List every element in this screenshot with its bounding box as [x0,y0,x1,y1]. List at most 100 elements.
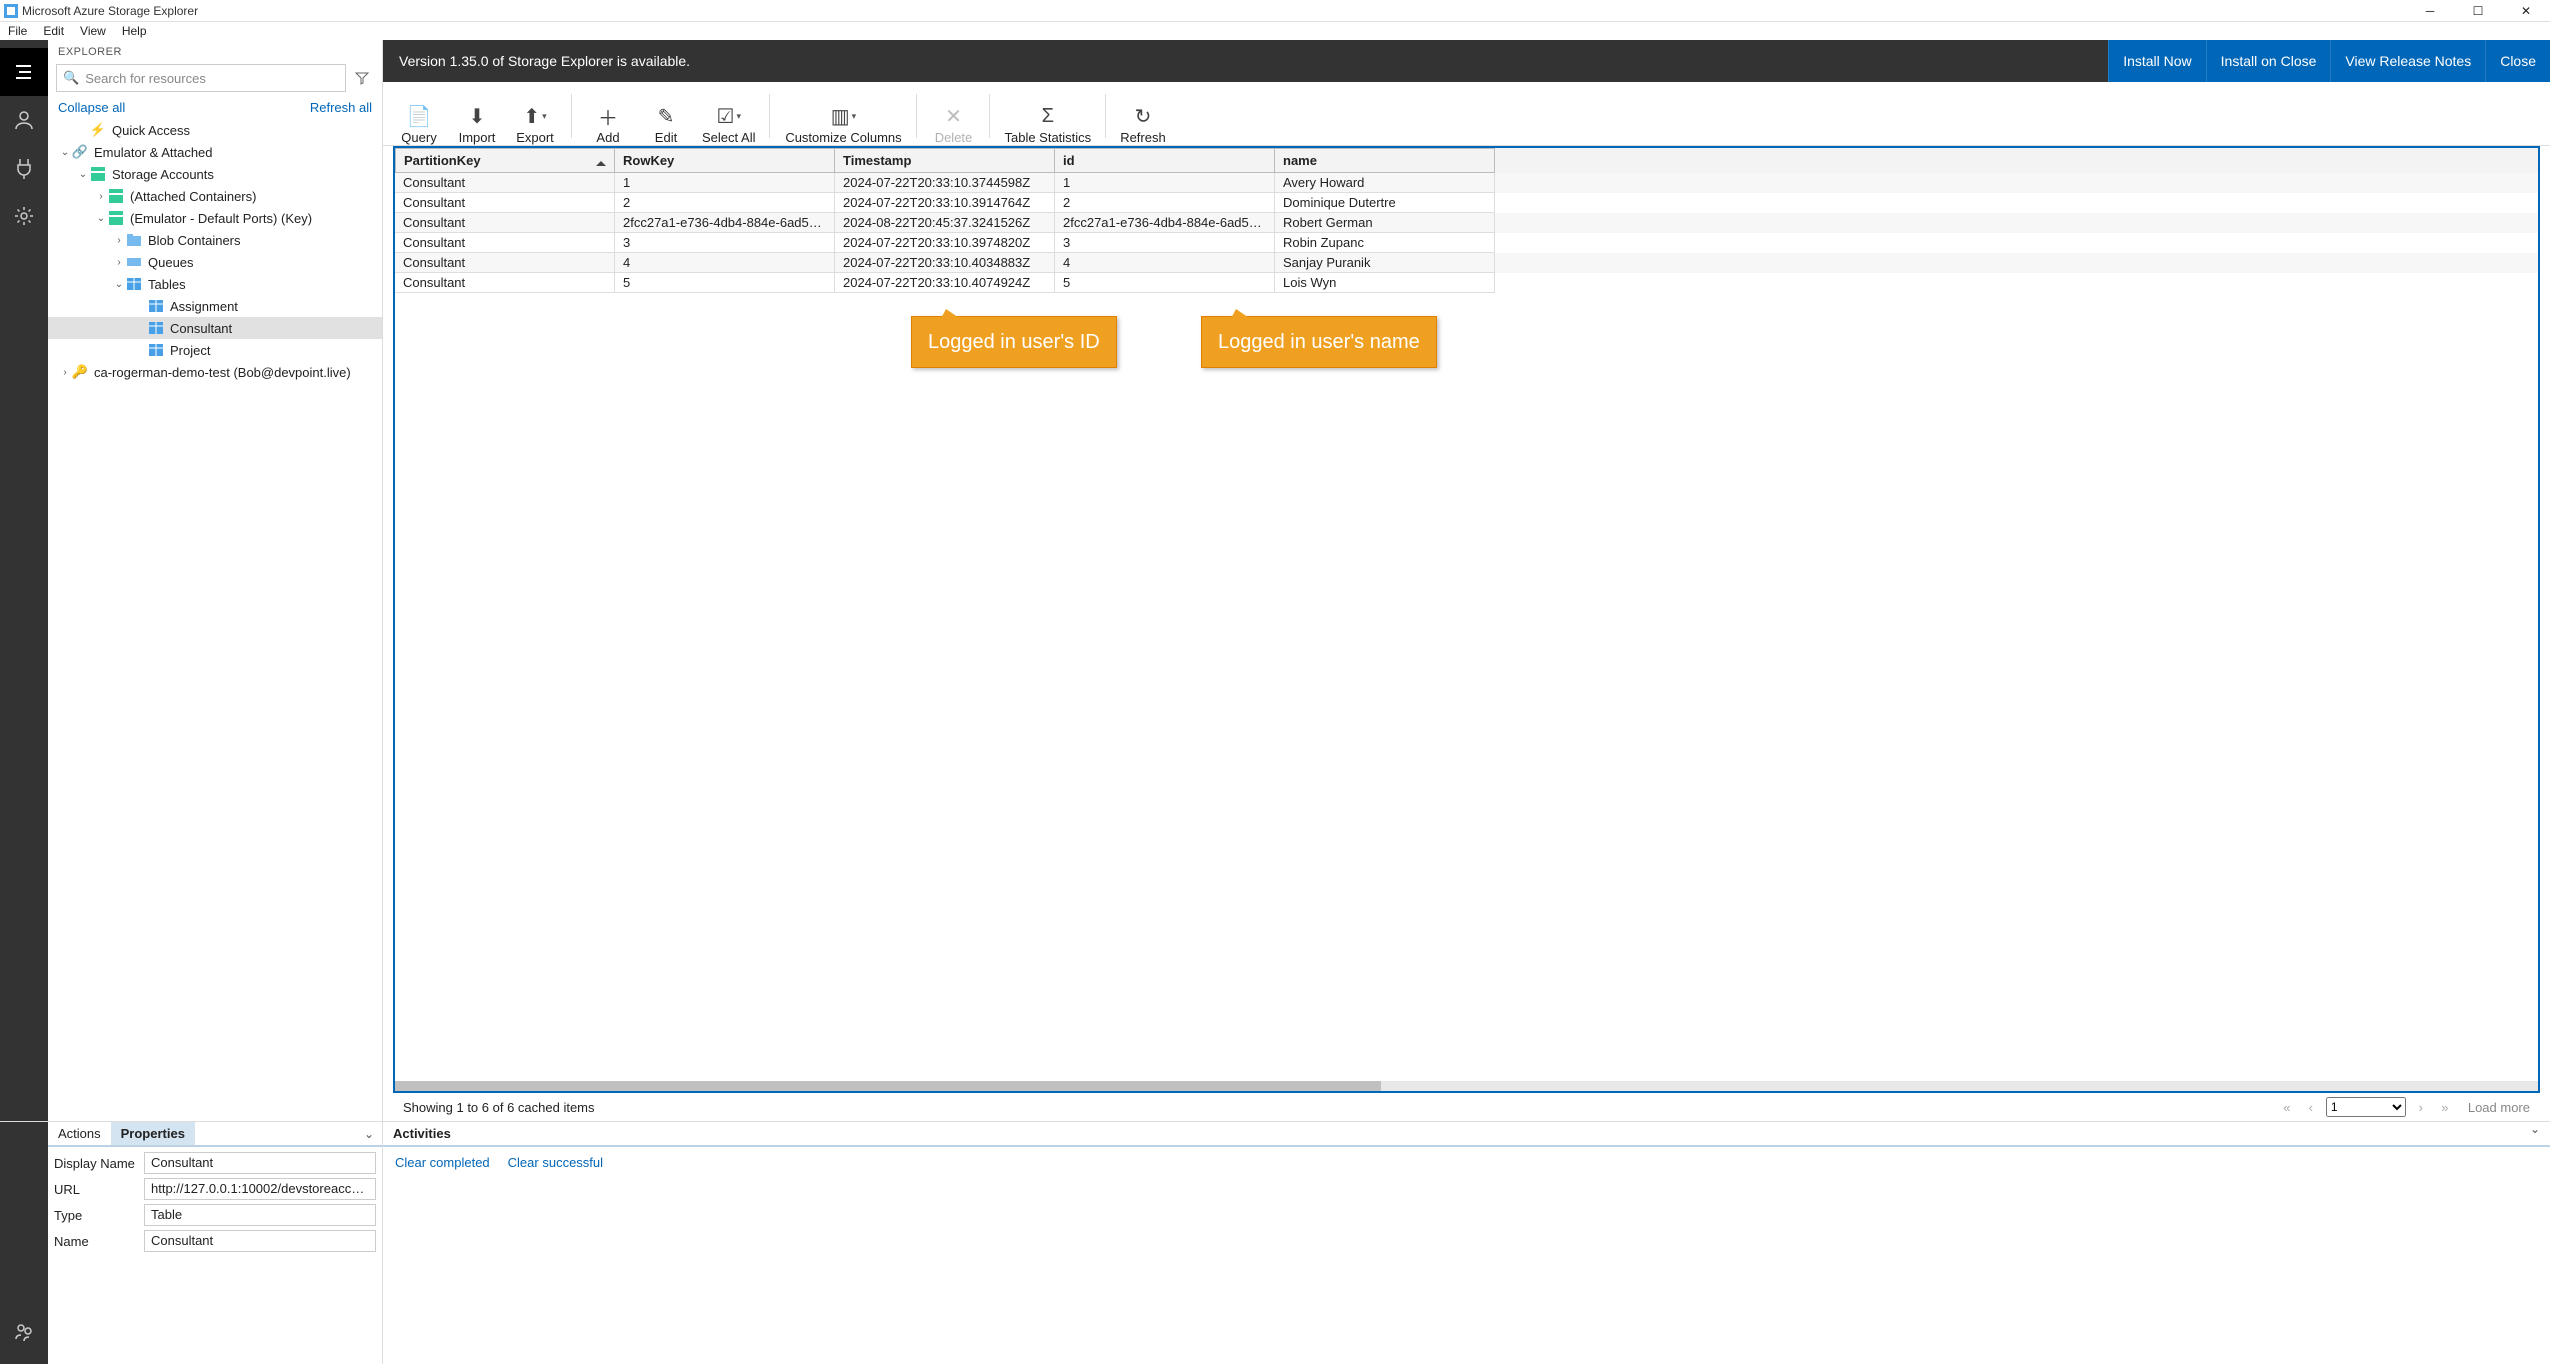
quick-access-icon: ⚡ [90,122,106,138]
filter-button[interactable] [350,64,374,92]
collapse-all-link[interactable]: Collapse all [58,100,125,115]
property-row: TypeTable [54,1203,376,1227]
tree-emulator-default[interactable]: ⌄ (Emulator - Default Ports) (Key) [48,207,382,229]
activity-feedback[interactable] [0,1308,48,1356]
cell-pk: Consultant [395,253,615,273]
clear-successful-link[interactable]: Clear successful [508,1155,603,1170]
horizontal-scrollbar[interactable] [395,1081,2538,1091]
chevron-down-icon: ⌄ [58,147,72,158]
menu-file[interactable]: File [0,23,35,39]
notification-message: Version 1.35.0 of Storage Explorer is av… [383,53,706,69]
add-button[interactable]: ＋Add [580,87,636,145]
table-statistics-button[interactable]: ΣTable Statistics [998,87,1097,145]
table-row[interactable]: Consultant42024-07-22T20:33:10.4034883Z4… [395,253,2538,273]
activity-account[interactable] [0,96,48,144]
page-first-button[interactable]: « [2278,1100,2296,1115]
menu-help[interactable]: Help [114,23,155,39]
table-row[interactable]: Consultant12024-07-22T20:33:10.3744598Z1… [395,173,2538,193]
select-all-button[interactable]: ☑▾Select All [696,87,761,145]
properties-tab[interactable]: Properties [111,1122,195,1145]
export-button[interactable]: ⬆▾Export [507,87,563,145]
storage-icon [108,188,124,204]
cell-pk: Consultant [395,233,615,253]
col-name[interactable]: name [1275,148,1495,173]
close-window-button[interactable]: ✕ [2502,0,2550,22]
app-icon [4,4,18,18]
property-key: URL [54,1182,144,1197]
pencil-icon: ✎ [658,102,675,130]
load-more-button[interactable]: Load more [2468,1100,2530,1115]
tree-quick-access[interactable]: ⚡ Quick Access [48,119,382,141]
search-input[interactable]: 🔍 Search for resources [56,64,346,92]
cell-name: Dominique Dutertre [1275,193,1495,213]
tree-attached-containers[interactable]: › (Attached Containers) [48,185,382,207]
tree-storage-accounts[interactable]: ⌄ Storage Accounts [48,163,382,185]
activities-panel: Activities ⌄ Clear completed Clear succe… [383,1122,2550,1364]
cell-ts: 2024-07-22T20:33:10.4034883Z [835,253,1055,273]
install-on-close-button[interactable]: Install on Close [2206,40,2331,82]
table-row[interactable]: Consultant22024-07-22T20:33:10.3914764Z2… [395,193,2538,213]
tree-table-assignment[interactable]: Assignment [48,295,382,317]
tree-tables[interactable]: ⌄ Tables [48,273,382,295]
cell-pk: Consultant [395,273,615,293]
page-last-button[interactable]: » [2436,1100,2454,1115]
tree-ca-account[interactable]: › 🔑 ca-rogerman-demo-test (Bob@devpoint.… [48,361,382,383]
menu-edit[interactable]: Edit [35,23,72,39]
cell-id: 5 [1055,273,1275,293]
activity-explorer[interactable] [0,48,48,96]
col-id[interactable]: id [1055,148,1275,173]
window-title: Microsoft Azure Storage Explorer [22,4,198,18]
tree-blob-containers[interactable]: › Blob Containers [48,229,382,251]
property-key: Type [54,1208,144,1223]
refresh-button[interactable]: ↻Refresh [1114,87,1172,145]
col-partitionkey[interactable]: PartitionKey [395,148,615,173]
property-row: URLhttp://127.0.0.1:10002/devstoreaccoun [54,1177,376,1201]
minimize-button[interactable]: ─ [2406,0,2454,22]
tree-table-project[interactable]: Project [48,339,382,361]
customize-columns-button[interactable]: ▥▾Customize Columns [778,87,908,145]
page-prev-button[interactable]: ‹ [2302,1100,2320,1115]
view-release-notes-button[interactable]: View Release Notes [2330,40,2485,82]
page-select[interactable]: 1 [2326,1097,2406,1117]
install-now-button[interactable]: Install Now [2108,40,2205,82]
panel-collapse-icon[interactable]: ⌄ [2530,1122,2540,1145]
menu-view[interactable]: View [72,23,114,39]
menu-bar: File Edit View Help [0,22,2550,40]
annotation-id-callout: Logged in user's ID [911,316,1117,368]
activity-settings[interactable] [0,192,48,240]
grid-body[interactable]: Consultant12024-07-22T20:33:10.3744598Z1… [395,173,2538,1081]
col-rowkey[interactable]: RowKey [615,148,835,173]
table-row[interactable]: Consultant2fcc27a1-e736-4db4-884e-6ad57…… [395,213,2538,233]
explorer-panel: EXPLORER 🔍 Search for resources Collapse… [48,40,383,1121]
cell-ts: 2024-07-22T20:33:10.3744598Z [835,173,1055,193]
clear-completed-link[interactable]: Clear completed [395,1155,490,1170]
resource-tree: ⚡ Quick Access ⌄ 🔗 Emulator & Attached ⌄… [48,117,382,1121]
actions-tab[interactable]: Actions [48,1122,111,1145]
col-timestamp[interactable]: Timestamp [835,148,1055,173]
tree-emulator-attached[interactable]: ⌄ 🔗 Emulator & Attached [48,141,382,163]
delete-button[interactable]: ✕Delete [925,87,981,145]
activity-connect[interactable] [0,144,48,192]
cell-ts: 2024-08-22T20:45:37.3241526Z [835,213,1055,233]
panel-collapse-icon[interactable]: ⌄ [364,1127,374,1141]
query-button[interactable]: 📄Query [391,87,447,145]
cell-ts: 2024-07-22T20:33:10.4074924Z [835,273,1055,293]
edit-button[interactable]: ✎Edit [638,87,694,145]
maximize-button[interactable]: ☐ [2454,0,2502,22]
notification-close-button[interactable]: Close [2485,40,2550,82]
refresh-all-link[interactable]: Refresh all [310,100,372,115]
pager: « ‹ 1 › » Load more [2278,1097,2530,1117]
table-row[interactable]: Consultant52024-07-22T20:33:10.4074924Z5… [395,273,2538,293]
property-value[interactable]: http://127.0.0.1:10002/devstoreaccoun [144,1178,376,1200]
tree-queues[interactable]: › Queues [48,251,382,273]
table-group-icon [126,276,142,292]
table-row[interactable]: Consultant32024-07-22T20:33:10.3974820Z3… [395,233,2538,253]
export-icon: ⬆▾ [523,102,546,130]
import-button[interactable]: ⬇Import [449,87,505,145]
activities-tab[interactable]: Activities [383,1122,461,1145]
property-value[interactable]: Consultant [144,1230,376,1252]
page-next-button[interactable]: › [2412,1100,2430,1115]
tree-table-consultant[interactable]: Consultant [48,317,382,339]
property-value[interactable]: Consultant [144,1152,376,1174]
property-value[interactable]: Table [144,1204,376,1226]
